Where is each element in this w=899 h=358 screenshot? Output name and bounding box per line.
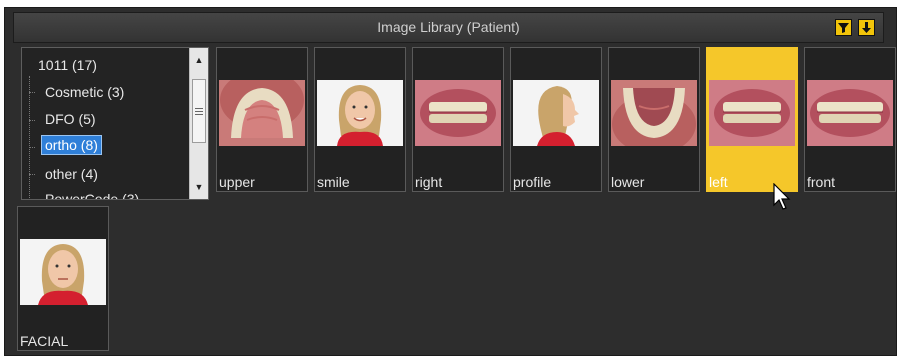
thumbnail-facial[interactable]: FACIAL [17, 206, 109, 351]
tree-connector-line [29, 76, 30, 199]
photo-upper-arch [219, 80, 305, 146]
tree-item-label: PowerCode (3) [45, 191, 140, 200]
photo-dental-right [415, 80, 501, 146]
thumbnail-right[interactable]: right [412, 47, 504, 192]
tree-scrollbar[interactable]: ▲ ▼ [189, 48, 208, 199]
photo-face-smile [317, 80, 403, 146]
photo-face-profile [513, 80, 599, 146]
download-button[interactable] [858, 19, 875, 36]
thumbnail-label: right [415, 174, 443, 190]
thumbnail-left[interactable]: left [706, 47, 798, 192]
tree-item-label: 1011 (17) [38, 57, 97, 73]
tree-item-label: Cosmetic (3) [45, 84, 125, 100]
arrow-down-icon [862, 22, 871, 33]
window-title: Image Library (Patient) [377, 19, 520, 35]
thumbnail-smile[interactable]: smile [314, 47, 406, 192]
photo-face-facial [20, 239, 106, 305]
tree-item-other[interactable]: other (4) [45, 166, 98, 182]
filter-button[interactable] [835, 19, 852, 36]
photo-dental-left [709, 80, 795, 146]
thumbnail-label: left [709, 174, 728, 190]
thumbnail-label: lower [611, 174, 645, 190]
thumbnail-profile[interactable]: profile [510, 47, 602, 192]
thumbnail-label: FACIAL [20, 333, 69, 349]
tree-item-powercode[interactable]: PowerCode (3) [45, 191, 140, 200]
mouse-cursor-icon [773, 183, 791, 210]
category-tree[interactable]: 1011 (17) Cosmetic (3) DFO (5) ortho (8)… [21, 47, 209, 200]
thumbnail-label: profile [513, 174, 552, 190]
thumbnail-upper[interactable]: upper [216, 47, 308, 192]
tree-item-label: DFO (5) [45, 111, 96, 127]
thumbnail-lower[interactable]: lower [608, 47, 700, 192]
photo-lower-arch [611, 80, 697, 146]
tree-item-dfo[interactable]: DFO (5) [45, 111, 96, 127]
tree-item-label: ortho (8) [41, 135, 102, 155]
scroll-down-arrow-icon[interactable]: ▼ [190, 178, 208, 196]
tree-connector [29, 92, 35, 93]
photo-dental-front [807, 80, 893, 146]
scrollbar-thumb[interactable] [192, 79, 206, 143]
tree-connector [29, 147, 35, 148]
thumbnail-label: smile [317, 174, 350, 190]
title-bar: Image Library (Patient) [13, 12, 884, 43]
image-library-window: Image Library (Patient) 1011 (17) Cosmet… [4, 7, 897, 356]
thumbnail-front[interactable]: front [804, 47, 896, 192]
tree-item-ortho[interactable]: ortho (8) [41, 135, 102, 155]
thumbnail-label: front [807, 174, 836, 190]
thumbnail-label: upper [219, 174, 255, 190]
tree-connector [29, 120, 35, 121]
tree-item-label: other (4) [45, 166, 98, 182]
tree-item-cosmetic[interactable]: Cosmetic (3) [45, 84, 124, 100]
scroll-up-arrow-icon[interactable]: ▲ [190, 51, 208, 69]
filter-icon [838, 23, 849, 33]
tree-connector [29, 174, 35, 175]
tree-item-1011[interactable]: 1011 (17) [38, 57, 97, 73]
